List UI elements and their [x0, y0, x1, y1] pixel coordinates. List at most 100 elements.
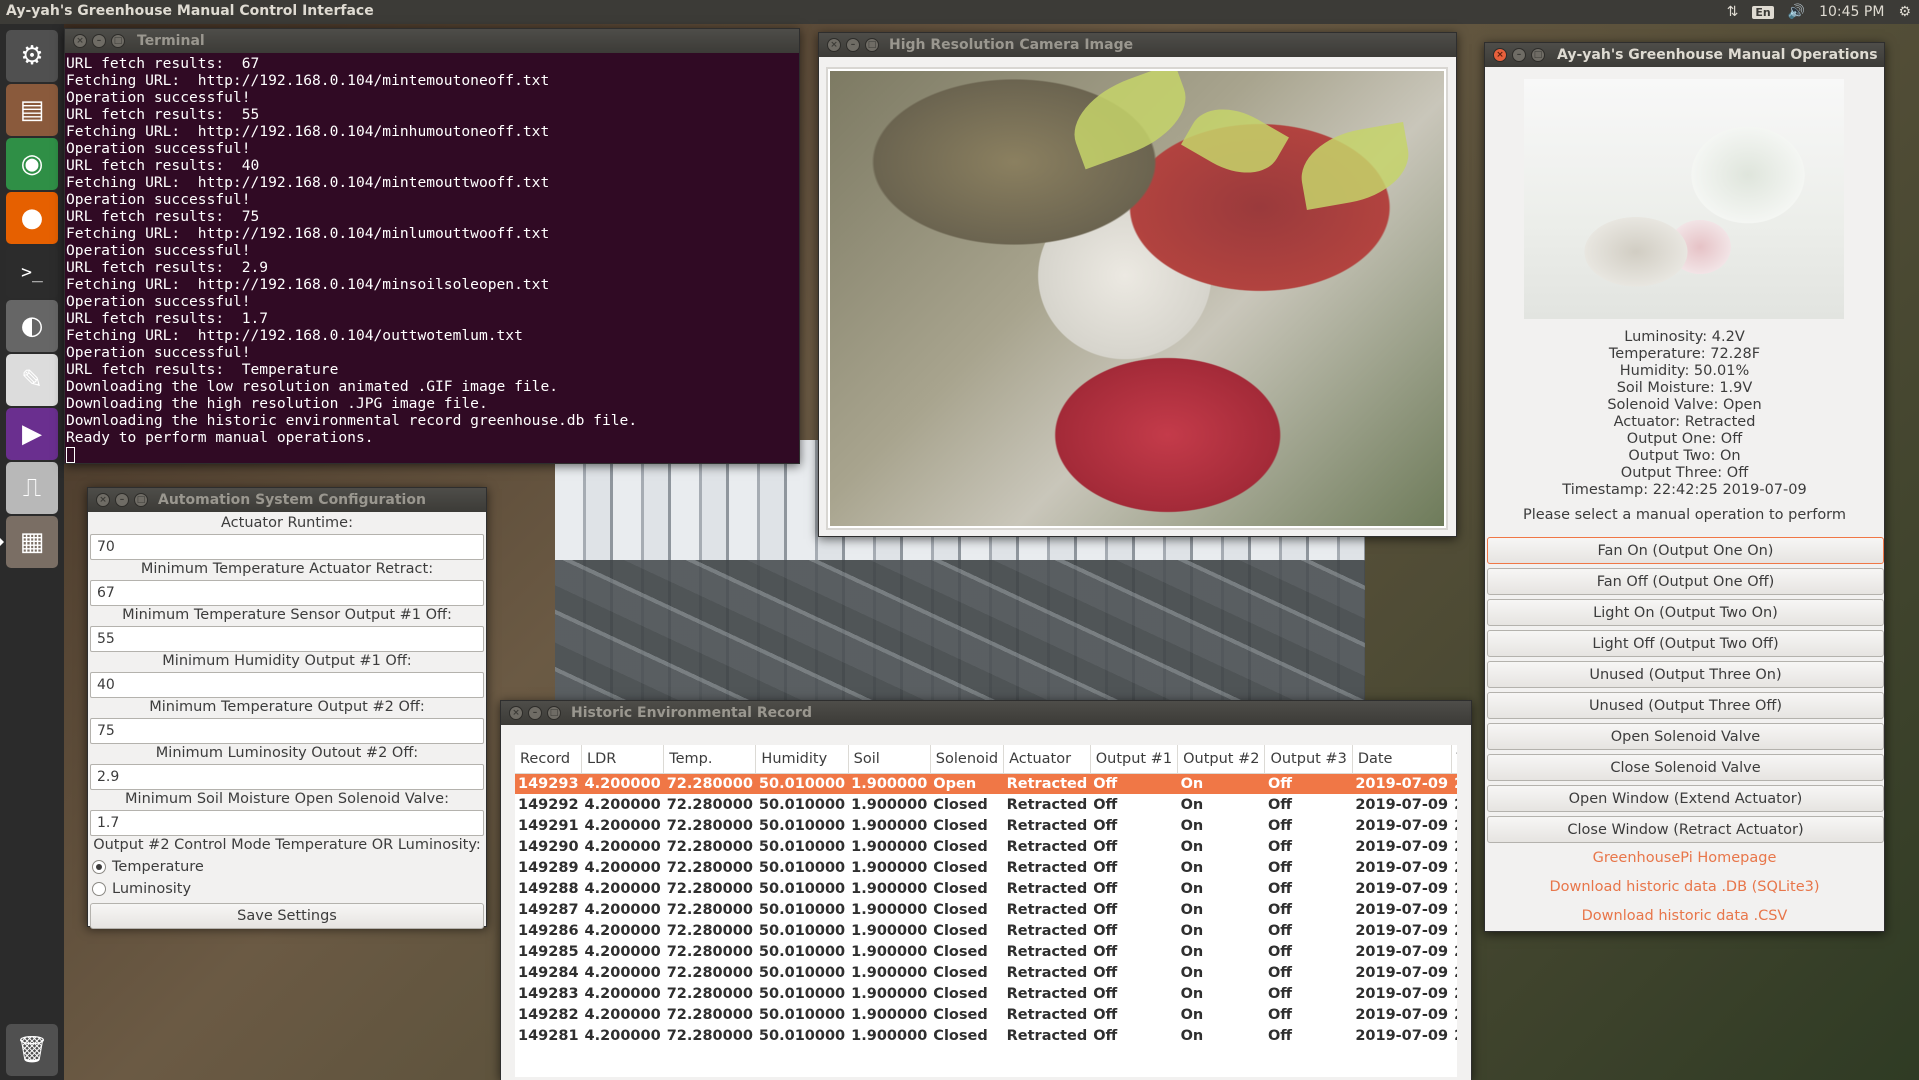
volume-icon[interactable]: 🔊: [1788, 4, 1805, 20]
clock[interactable]: 10:45 PM: [1819, 4, 1884, 20]
history-titlebar[interactable]: × – □ Historic Environmental Record: [501, 701, 1471, 725]
min-soil-moisture-input[interactable]: [90, 810, 484, 836]
min-temp-output1-off-input[interactable]: [90, 626, 484, 652]
manual-titlebar[interactable]: × – □ Ay-yah's Greenhouse Manual Operati…: [1485, 43, 1884, 67]
terminal-icon[interactable]: >_: [6, 246, 58, 298]
settings-icon[interactable]: ⚙: [6, 30, 58, 82]
terminal-titlebar[interactable]: × – □ Terminal: [65, 29, 799, 53]
table-row[interactable]: 149282 4.200000 72.280000 50.010000 1.900000…: [515, 1004, 1457, 1025]
actuator-runtime-input[interactable]: [90, 534, 484, 560]
min-humidity-output1-off-input[interactable]: [90, 672, 484, 698]
table-row[interactable]: 149289 4.200000 72.280000 50.010000 1.900000…: [515, 857, 1457, 878]
download-db-link[interactable]: Download historic data .DB (SQLite3): [1485, 879, 1884, 895]
homepage-link[interactable]: GreenhousePi Homepage: [1485, 850, 1884, 866]
greenhouse-app-icon[interactable]: ▦: [0, 516, 58, 568]
column-header[interactable]: Output #3: [1264, 745, 1353, 774]
minimize-icon[interactable]: –: [846, 38, 860, 52]
unused-off-button[interactable]: Unused (Output Three Off): [1487, 692, 1884, 719]
terminal-output[interactable]: URL fetch results: 67 Fetching URL: http:…: [65, 53, 799, 463]
minimize-icon[interactable]: –: [1512, 48, 1526, 62]
mode-temperature-option[interactable]: Temperature: [90, 856, 484, 878]
terminal-line: URL fetch results: 67: [66, 55, 260, 72]
manual-operations-window[interactable]: × – □ Ay-yah's Greenhouse Manual Operati…: [1484, 42, 1885, 932]
terminal-line: URL fetch results: 2.9: [66, 259, 269, 276]
history-window[interactable]: × – □ Historic Environmental Record Reco…: [500, 700, 1472, 1080]
sensor-status: Luminosity: 4.2V Temperature: 72.28F Humid…: [1485, 329, 1884, 499]
min-temp-output2-off-input[interactable]: [90, 718, 484, 744]
keyboard-layout-indicator[interactable]: En: [1752, 5, 1774, 19]
column-header[interactable]: Actuator: [1003, 745, 1091, 774]
min-luminosity-output2-off-input[interactable]: [90, 764, 484, 790]
table-row[interactable]: 149284 4.200000 72.280000 50.010000 1.900000…: [515, 962, 1457, 983]
column-header[interactable]: Solenoid: [930, 745, 1005, 774]
disk-icon[interactable]: ◐: [6, 300, 58, 352]
maximize-icon[interactable]: □: [111, 34, 125, 48]
camera-titlebar[interactable]: × – □ High Resolution Camera Image: [819, 33, 1456, 57]
chrome-icon[interactable]: ◉: [6, 138, 58, 190]
open-solenoid-button[interactable]: Open Solenoid Valve: [1487, 723, 1884, 750]
column-header[interactable]: Humidity: [755, 745, 849, 774]
table-row[interactable]: 149286 4.200000 72.280000 50.010000 1.900000…: [515, 920, 1457, 941]
unused-on-button[interactable]: Unused (Output Three On): [1487, 661, 1884, 688]
terminal-window[interactable]: × – □ Terminal URL fetch results: 67 Fetc…: [64, 28, 800, 464]
column-header[interactable]: Output #2: [1177, 745, 1266, 774]
close-icon[interactable]: ×: [73, 34, 87, 48]
camera-window[interactable]: × – □ High Resolution Camera Image: [818, 32, 1457, 537]
history-table-container[interactable]: Record LDR Temp. Humidity Soil Solenoid Actuat…: [515, 745, 1457, 1077]
column-header[interactable]: Time: [1451, 745, 1457, 774]
open-window-button[interactable]: Open Window (Extend Actuator): [1487, 785, 1884, 812]
table-row[interactable]: 149292 4.200000 72.280000 50.010000 1.900000…: [515, 794, 1457, 815]
min-temp-actuator-retract-input[interactable]: [90, 580, 484, 606]
radio-luminosity[interactable]: [92, 882, 106, 896]
minimize-icon[interactable]: –: [92, 34, 106, 48]
radio-temperature[interactable]: [92, 860, 106, 874]
table-row[interactable]: 149281 4.200000 72.280000 50.010000 1.900000…: [515, 1025, 1457, 1046]
table-row[interactable]: 149293 4.200000 72.280000 50.010000 1.900000…: [515, 773, 1457, 794]
network-icon[interactable]: ⇅: [1727, 4, 1739, 20]
column-header[interactable]: Soil: [848, 745, 931, 774]
minimize-icon[interactable]: –: [528, 706, 542, 720]
table-cell: 22:30:25: [1451, 899, 1457, 920]
files-icon[interactable]: ▤: [6, 84, 58, 136]
gear-icon[interactable]: ⚙: [1898, 4, 1911, 20]
mode-luminosity-option[interactable]: Luminosity: [90, 878, 484, 900]
close-solenoid-button[interactable]: Close Solenoid Valve: [1487, 754, 1884, 781]
column-header[interactable]: Output #1: [1090, 745, 1179, 774]
save-settings-button[interactable]: Save Settings: [90, 903, 484, 929]
table-row[interactable]: 149288 4.200000 72.280000 50.010000 1.900000…: [515, 878, 1457, 899]
column-header[interactable]: Temp.: [663, 745, 757, 774]
scanner-icon[interactable]: ⎍: [6, 462, 58, 514]
text-editor-icon[interactable]: ✎: [6, 354, 58, 406]
column-header[interactable]: Date: [1352, 745, 1452, 774]
fan-on-button[interactable]: Fan On (Output One On): [1487, 537, 1884, 564]
close-icon[interactable]: ×: [96, 493, 110, 507]
table-row[interactable]: 149283 4.200000 72.280000 50.010000 1.900000…: [515, 983, 1457, 1004]
min-temp-actuator-retract-label: Minimum Temperature Actuator Retract:: [140, 561, 434, 577]
light-off-button[interactable]: Light Off (Output Two Off): [1487, 630, 1884, 657]
media-player-icon[interactable]: ▶: [6, 408, 58, 460]
maximize-icon[interactable]: □: [865, 38, 879, 52]
maximize-icon[interactable]: □: [134, 493, 148, 507]
maximize-icon[interactable]: □: [1531, 48, 1545, 62]
config-titlebar[interactable]: × – □ Automation System Configuration: [88, 488, 486, 512]
minimize-icon[interactable]: –: [115, 493, 129, 507]
table-row[interactable]: 149285 4.200000 72.280000 50.010000 1.900000…: [515, 941, 1457, 962]
table-row[interactable]: 149291 4.200000 72.280000 50.010000 1.900000…: [515, 815, 1457, 836]
fan-off-button[interactable]: Fan Off (Output One Off): [1487, 568, 1884, 595]
config-window[interactable]: × – □ Automation System Configuration Ac…: [87, 487, 487, 929]
download-csv-link[interactable]: Download historic data .CSV: [1485, 908, 1884, 924]
column-header[interactable]: LDR: [581, 745, 665, 774]
close-icon[interactable]: ×: [827, 38, 841, 52]
table-cell: Off: [1267, 838, 1293, 855]
table-row[interactable]: 149290 4.200000 72.280000 50.010000 1.900000…: [515, 836, 1457, 857]
close-icon[interactable]: ×: [1493, 48, 1507, 62]
firefox-icon[interactable]: ●: [6, 192, 58, 244]
close-window-button[interactable]: Close Window (Retract Actuator): [1487, 816, 1884, 843]
close-icon[interactable]: ×: [509, 706, 523, 720]
light-on-button[interactable]: Light On (Output Two On): [1487, 599, 1884, 626]
table-cell: 2019-07-09: [1355, 796, 1449, 813]
column-header[interactable]: Record: [515, 745, 583, 774]
table-row[interactable]: 149287 4.200000 72.280000 50.010000 1.900000…: [515, 899, 1457, 920]
trash-icon[interactable]: 🗑: [6, 1024, 58, 1076]
maximize-icon[interactable]: □: [547, 706, 561, 720]
